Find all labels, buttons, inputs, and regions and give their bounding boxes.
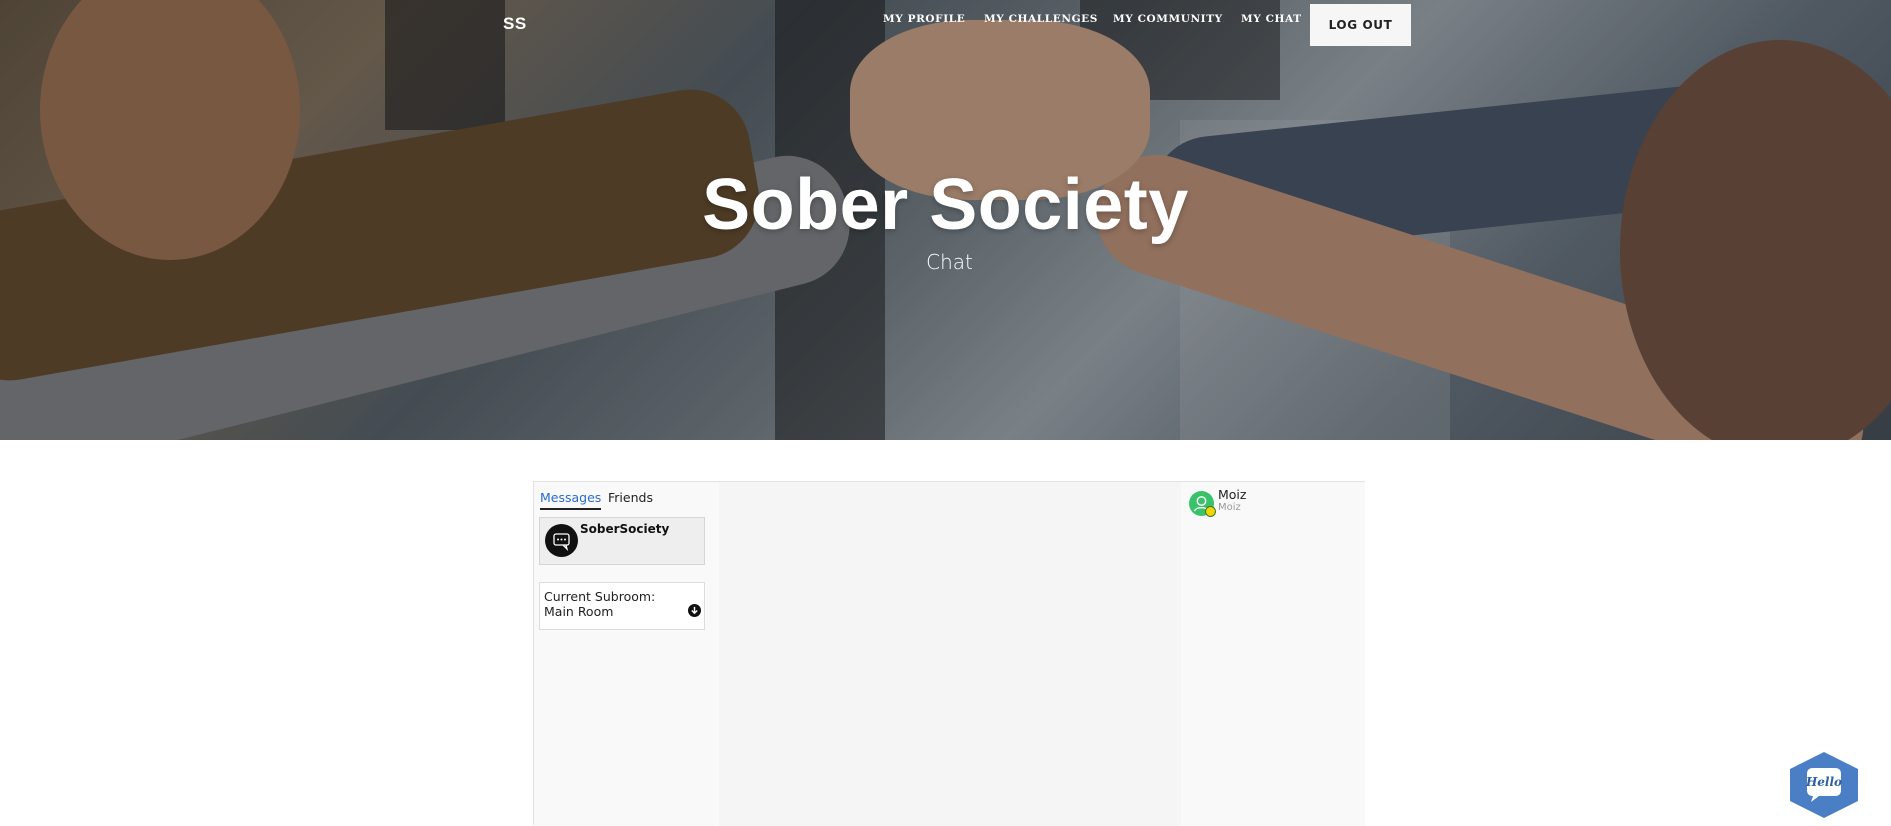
page-subtitle: Chat [926, 250, 973, 274]
top-nav: MY PROFILE MY CHALLENGES MY COMMUNITY MY… [0, 0, 1891, 50]
online-users-panel: Moiz Moiz [1181, 482, 1365, 826]
nav-link-my-community[interactable]: MY COMMUNITY [1113, 13, 1223, 25]
subroom-label: Current Subroom: Main Room [544, 589, 655, 619]
nav-link-my-challenges[interactable]: MY CHALLENGES [984, 13, 1098, 25]
nav-link-my-chat[interactable]: MY CHAT [1241, 13, 1302, 25]
logout-button[interactable]: LOG OUT [1310, 4, 1411, 46]
page-title: Sober Society [702, 165, 1189, 245]
hello-chat-launcher[interactable]: Hello [1785, 750, 1863, 820]
chat-sidebar: Messages Friends SoberSociety Current Su… [534, 482, 719, 826]
chat-room-icon [545, 524, 578, 557]
user-username: Moiz [1218, 502, 1241, 513]
room-item-sobersociety[interactable]: SoberSociety [539, 517, 705, 565]
chat-widget: Messages Friends SoberSociety Current Su… [533, 481, 1365, 826]
tab-friends[interactable]: Friends [608, 490, 653, 508]
room-name: SoberSociety [580, 522, 670, 536]
arrow-down-circle-icon[interactable] [688, 604, 701, 617]
user-item-moiz[interactable]: Moiz Moiz [1181, 482, 1365, 522]
subroom-value: Main Room [544, 604, 614, 619]
chat-message-area [719, 482, 1181, 826]
subroom-label-text: Current Subroom: [544, 589, 656, 604]
user-name: Moiz [1218, 487, 1247, 502]
subroom-selector: Current Subroom: Main Room [539, 582, 705, 630]
tab-messages[interactable]: Messages [540, 490, 602, 510]
online-status-dot [1205, 506, 1216, 517]
hello-label: Hello [1805, 775, 1842, 789]
nav-link-my-profile[interactable]: MY PROFILE [883, 13, 965, 25]
hero-banner: SS MY PROFILE MY CHALLENGES MY COMMUNITY… [0, 0, 1891, 440]
